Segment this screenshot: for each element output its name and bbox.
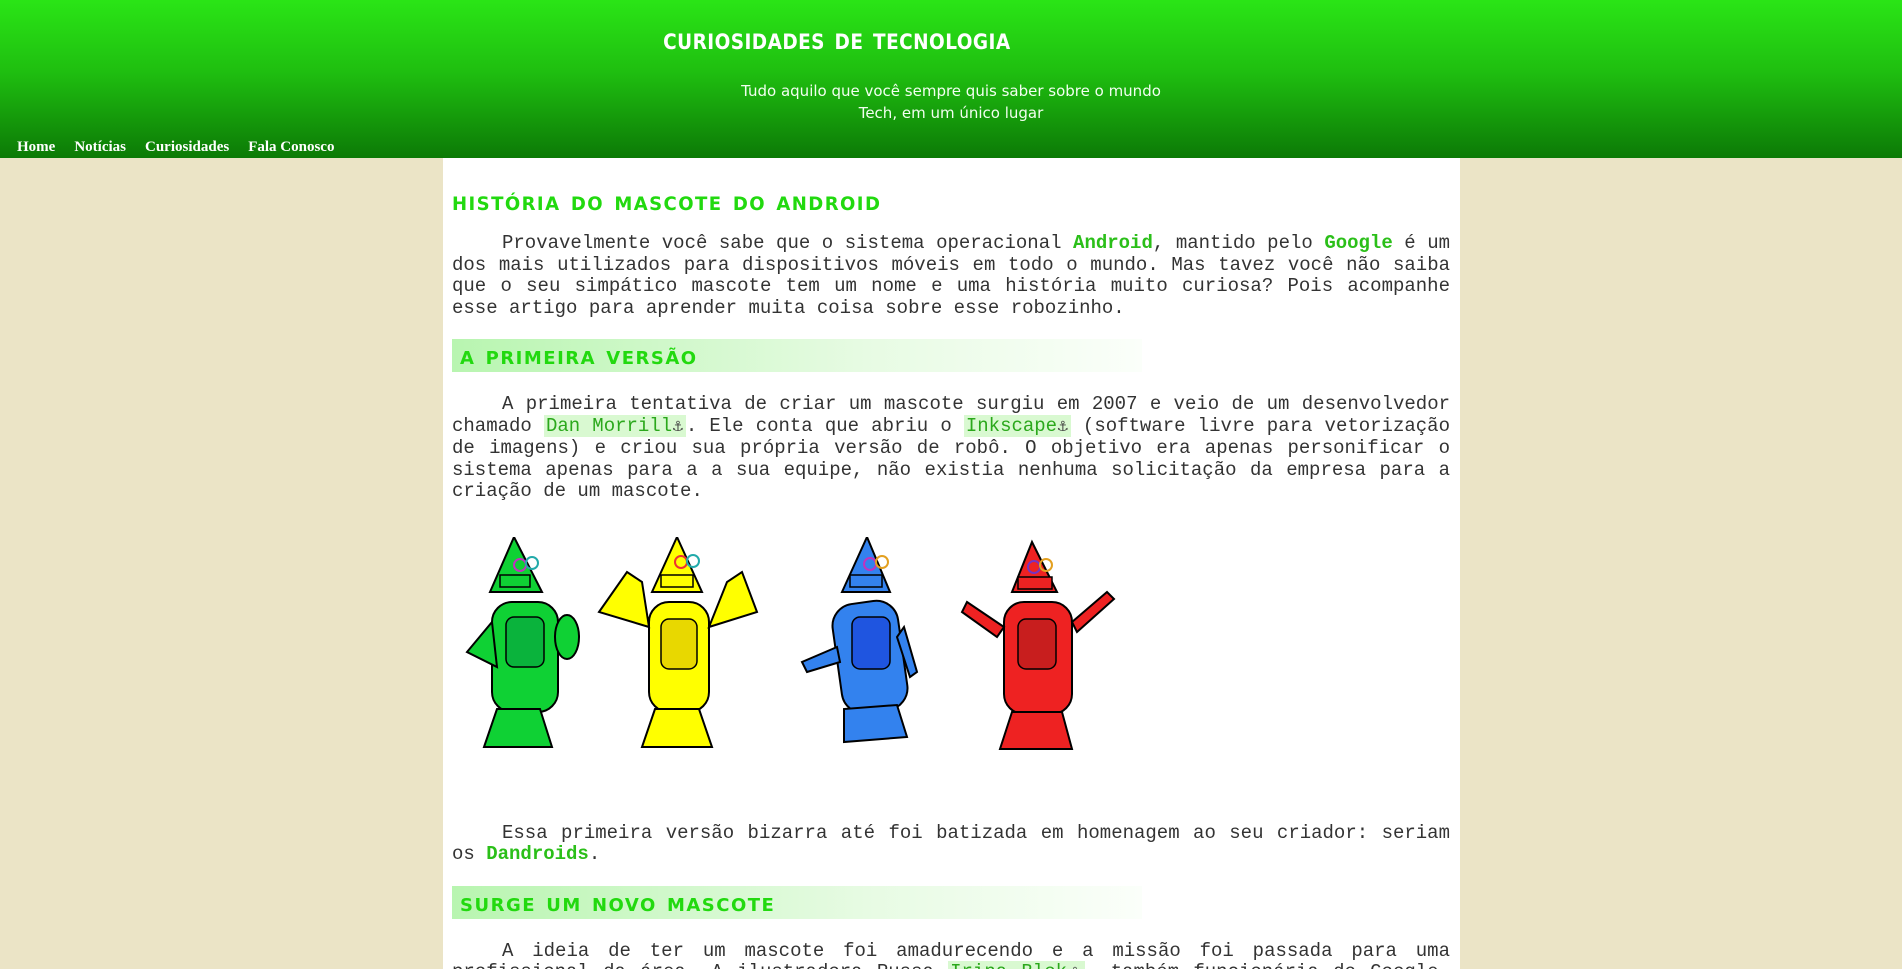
main-nav: Home Notícias Curiosidades Fala Conosco <box>17 139 334 156</box>
anchor-icon: ⚓ <box>672 417 684 437</box>
nav-fala-conosco[interactable]: Fala Conosco <box>248 139 334 156</box>
dandroids-text-2: . <box>588 843 601 865</box>
section-heading-novo-mascote: Surge um novo mascote <box>452 885 1142 919</box>
article-content: História do Mascote do Android Provavelm… <box>443 158 1460 969</box>
section2-paragraph: A ideia de ter um mascote foi amadurecen… <box>452 940 1450 969</box>
blue-robot <box>800 536 919 743</box>
yellow-robot <box>597 536 759 748</box>
anchor-icon: ⚓ <box>1057 417 1069 437</box>
link-dan-morrill[interactable]: Dan Morrill⚓ <box>543 414 686 437</box>
article-container: História do Mascote do Android Provavelm… <box>443 158 1460 969</box>
subtitle-line-2: Tech, em um único lugar <box>858 104 1044 122</box>
section1-text-2: . Ele conta que abriu o <box>685 414 964 437</box>
green-robot <box>465 536 580 748</box>
link-inkscape-label: Inkscape <box>965 414 1058 437</box>
nav-noticias[interactable]: Notícias <box>74 139 126 156</box>
anchor-icon: ⚓ <box>1067 964 1083 969</box>
intro-text-2: , mantido pelo <box>1152 232 1325 254</box>
dandroids-image <box>452 536 1450 787</box>
site-title: CURIOSIDADES DE TECNOLOGIA <box>663 22 1011 57</box>
link-dan-morrill-label: Dan Morrill <box>545 414 673 437</box>
android-term: Android <box>1073 232 1153 254</box>
site-header: CURIOSIDADES DE TECNOLOGIA Tudo aquilo q… <box>0 0 1902 158</box>
dandroids-paragraph: Essa primeira versão bizarra até foi bat… <box>452 821 1450 866</box>
intro-text-1: Provavelmente você sabe que o sistema op… <box>502 232 1074 254</box>
link-irina-blok-label: Irina Blok <box>950 961 1067 969</box>
intro-paragraph: Provavelmente você sabe que o sistema op… <box>452 232 1450 319</box>
link-inkscape[interactable]: Inkscape⚓ <box>963 414 1071 437</box>
dandroids-term: Dandroids <box>486 843 589 865</box>
subtitle-line-1: Tudo aquilo que você sempre quis saber s… <box>741 82 1161 100</box>
link-irina-blok[interactable]: Irina Blok⚓ <box>948 961 1086 969</box>
site-subtitle: Tudo aquilo que você sempre quis saber s… <box>0 80 1902 124</box>
section-heading-primeira-versao: A Primeira Versão <box>452 339 1142 372</box>
section1-paragraph: A primeira tentativa de criar um mascote… <box>452 393 1450 503</box>
dandroids-text-1: Essa primeira versão bizarra até foi bat… <box>452 821 1450 865</box>
dandroids-illustration <box>465 536 1116 750</box>
google-term: Google <box>1324 232 1393 254</box>
nav-home[interactable]: Home <box>17 139 55 156</box>
nav-curiosidades[interactable]: Curiosidades <box>145 139 229 156</box>
red-robot <box>960 539 1116 750</box>
article-title: História do Mascote do Android <box>452 186 882 217</box>
